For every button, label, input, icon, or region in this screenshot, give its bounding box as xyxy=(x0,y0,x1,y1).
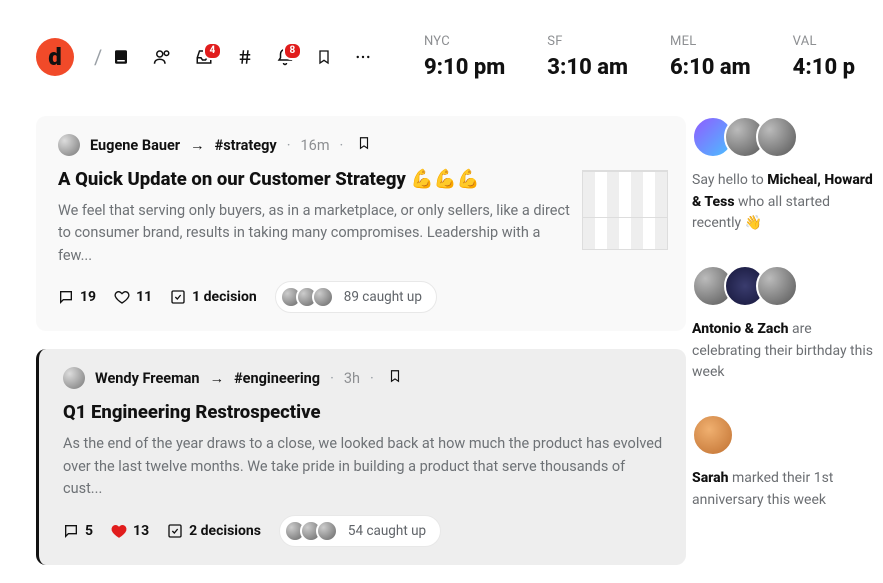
comments-count: 19 xyxy=(80,289,96,305)
avatar[interactable] xyxy=(63,367,85,389)
avatar xyxy=(756,265,798,307)
decisions-stat[interactable]: 1 decision xyxy=(170,289,257,305)
post-card[interactable]: Eugene Bauer → #strategy · 16m · A Quick… xyxy=(36,116,686,331)
newcomers-card[interactable]: Say hello to Micheal, Howard & Tess who … xyxy=(692,116,873,235)
bell-badge: 8 xyxy=(283,42,303,60)
post-title: A Quick Update on our Customer Strategy … xyxy=(58,168,664,190)
inbox-badge: 4 xyxy=(203,42,223,60)
feed-icon[interactable] xyxy=(112,48,130,66)
caughtup-pill[interactable]: 89 caught up xyxy=(275,281,437,313)
clock-time: 9:10 pm xyxy=(424,55,505,80)
people-icon[interactable] xyxy=(152,48,172,66)
post-channel[interactable]: #engineering xyxy=(234,370,320,387)
inbox-icon[interactable]: 4 xyxy=(194,48,214,66)
anniversary-card[interactable]: Sarah marked their 1st anniversary this … xyxy=(692,414,873,511)
clock-val: VAL 4:10 p xyxy=(793,34,855,80)
arrow-right-icon: → xyxy=(210,370,225,387)
post-title: Q1 Engineering Restrospective xyxy=(63,401,664,423)
separator-dot: · xyxy=(340,137,344,154)
sidebar: Say hello to Micheal, Howard & Tess who … xyxy=(686,116,883,583)
app-logo[interactable]: d xyxy=(36,38,74,76)
breadcrumb-slash: / xyxy=(94,45,102,69)
avatar xyxy=(312,286,334,308)
clock-time: 4:10 p xyxy=(793,55,855,80)
bookmark-icon[interactable] xyxy=(316,48,332,66)
avatar-pile xyxy=(284,520,338,542)
clock-city: SF xyxy=(547,34,628,49)
likes-stat[interactable]: 11 xyxy=(114,289,152,305)
separator-dot: · xyxy=(287,137,291,154)
avatar[interactable] xyxy=(58,134,80,156)
feed: Eugene Bauer → #strategy · 16m · A Quick… xyxy=(36,116,686,583)
separator-dot: · xyxy=(330,370,334,387)
birthdays-card[interactable]: Antonio & Zach are celebrating their bir… xyxy=(692,265,873,384)
hash-icon[interactable] xyxy=(236,48,254,66)
avatar xyxy=(316,520,338,542)
caughtup-label: 54 caught up xyxy=(348,523,426,539)
comments-count: 5 xyxy=(85,523,93,539)
post-timeago: 16m xyxy=(301,137,330,154)
clock-nyc: NYC 9:10 pm xyxy=(424,34,505,80)
post-body: As the end of the year draws to a close,… xyxy=(63,433,664,500)
avatar xyxy=(692,414,734,456)
post-card[interactable]: Wendy Freeman → #engineering · 3h · Q1 E… xyxy=(36,349,686,564)
post-timeago: 3h xyxy=(344,370,360,387)
clock-city: VAL xyxy=(793,34,855,49)
newcomers-text: Say hello to Micheal, Howard & Tess who … xyxy=(692,170,873,235)
post-body: We feel that serving only buyers, as in … xyxy=(58,200,578,267)
post-thumbnail[interactable] xyxy=(582,170,668,250)
decisions-stat[interactable]: 2 decisions xyxy=(167,523,261,539)
post-channel[interactable]: #strategy xyxy=(215,137,277,154)
clock-sf: SF 3:10 am xyxy=(547,34,628,80)
clock-city: NYC xyxy=(424,34,505,49)
avatar-pile xyxy=(280,286,334,308)
world-clocks: NYC 9:10 pm SF 3:10 am MEL 6:10 am VAL 4… xyxy=(424,34,855,80)
decisions-count: 2 decisions xyxy=(189,523,261,539)
clock-mel: MEL 6:10 am xyxy=(670,34,751,80)
post-bookmark-icon[interactable] xyxy=(357,135,371,155)
comments-stat[interactable]: 5 xyxy=(63,523,93,539)
post-author[interactable]: Wendy Freeman xyxy=(95,370,200,387)
likes-count: 11 xyxy=(136,289,152,305)
avatar xyxy=(756,116,798,158)
comments-stat[interactable]: 19 xyxy=(58,289,96,305)
post-bookmark-icon[interactable] xyxy=(388,368,402,388)
birthdays-text: Antonio & Zach are celebrating their bir… xyxy=(692,319,873,384)
likes-count: 13 xyxy=(133,523,149,539)
clock-time: 3:10 am xyxy=(547,55,628,80)
caughtup-label: 89 caught up xyxy=(344,289,422,305)
decisions-count: 1 decision xyxy=(192,289,257,305)
bell-icon[interactable]: 8 xyxy=(276,48,294,66)
anniversary-text: Sarah marked their 1st anniversary this … xyxy=(692,468,873,511)
arrow-right-icon: → xyxy=(190,137,205,154)
clock-time: 6:10 am xyxy=(670,55,751,80)
caughtup-pill[interactable]: 54 caught up xyxy=(279,515,441,547)
separator-dot: · xyxy=(370,370,374,387)
more-icon[interactable] xyxy=(354,48,372,66)
clock-city: MEL xyxy=(670,34,751,49)
likes-stat[interactable]: 13 xyxy=(111,523,149,539)
post-author[interactable]: Eugene Bauer xyxy=(90,137,180,154)
